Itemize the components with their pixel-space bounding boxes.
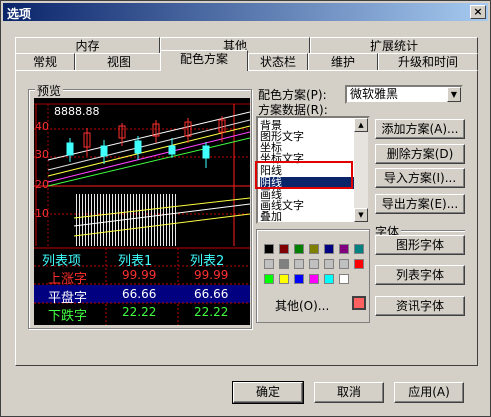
swatch-yellow[interactable] (279, 274, 289, 284)
list-scrollbar[interactable]: ▲ ▼ (354, 118, 368, 222)
swatch-teal[interactable] (354, 244, 364, 254)
table-row-flat-name: 平盘字 (48, 291, 88, 306)
table-header-list2: 列表2 (190, 254, 225, 269)
info-font-button[interactable]: 资讯字体 (375, 296, 465, 316)
cancel-button[interactable]: 取消 (314, 382, 384, 403)
swatch-gray[interactable] (279, 259, 289, 269)
ok-button[interactable]: 确定 (232, 381, 304, 404)
axis-label-40: 40 (35, 120, 49, 133)
tab-color-scheme[interactable]: 配色方案 (160, 50, 248, 71)
preview-group-label: 预览 (35, 82, 64, 99)
swatch-magenta[interactable] (309, 274, 319, 284)
swatch-green[interactable] (294, 244, 304, 254)
delete-scheme-button[interactable]: 删除方案(D) (375, 144, 465, 164)
table-header-item: 列表项 (42, 254, 82, 269)
add-scheme-button[interactable]: 添加方案(A)... (375, 119, 465, 139)
swatch-red[interactable] (354, 259, 364, 269)
tab-status-bar[interactable]: 状态栏 (248, 53, 308, 71)
list-font-button[interactable]: 列表字体 (375, 265, 465, 285)
current-color-swatch[interactable] (352, 296, 366, 310)
other-colors-label[interactable]: 其他(O)... (275, 297, 329, 314)
swatch-light-gray-2[interactable] (309, 259, 319, 269)
table-row-up-name: 上涨字 (48, 272, 88, 287)
table-header-list1: 列表1 (118, 254, 153, 269)
tab-view[interactable]: 视图 (75, 53, 163, 71)
export-scheme-button[interactable]: 导出方案(E)... (375, 194, 465, 214)
list-item[interactable]: 叠加 (260, 211, 354, 223)
swatch-blue[interactable] (294, 274, 304, 284)
tab-maintenance[interactable]: 维护 (308, 53, 378, 71)
scheme-select[interactable]: 微软雅黑 ▼ (345, 85, 463, 104)
scroll-up-icon[interactable]: ▲ (354, 118, 368, 132)
title-bar[interactable]: 选项 × (3, 3, 488, 21)
chevron-down-icon[interactable]: ▼ (447, 87, 461, 102)
swatch-silver[interactable] (264, 259, 274, 269)
scroll-down-icon[interactable]: ▼ (354, 208, 368, 222)
table-row-up-v2: 99.99 (194, 268, 229, 282)
swatch-light-gray-4[interactable] (339, 259, 349, 269)
window-title: 选项 (7, 7, 32, 21)
table-row-flat-v1: 66.66 (122, 287, 157, 301)
axis-label-30: 30 (35, 148, 49, 161)
preview-canvas: 8888.88 40 30 20 10 列表项 列表1 列表2 上涨字 99.9… (34, 98, 250, 325)
swatch-maroon[interactable] (279, 244, 289, 254)
swatch-light-gray-3[interactable] (324, 259, 334, 269)
table-row-down-v1: 22.22 (122, 305, 157, 319)
tab-upgrade-time[interactable]: 升级和时间 (378, 53, 478, 71)
table-row-up-v1: 99.99 (122, 268, 157, 282)
scheme-select-value: 微软雅黑 (350, 87, 399, 101)
swatch-purple[interactable] (339, 244, 349, 254)
swatch-cyan[interactable] (324, 274, 334, 284)
swatch-light-gray[interactable] (294, 259, 304, 269)
import-scheme-button[interactable]: 导入方案(I)... (375, 168, 465, 188)
options-dialog: 选项 × 内存 其他 扩展统计 常规 视图 配色方案 状态栏 维护 升级和时间 … (0, 0, 491, 417)
table-row-down-name: 下跌字 (48, 309, 88, 324)
table-row-flat-v2: 66.66 (194, 287, 229, 301)
close-button[interactable]: × (470, 5, 486, 19)
swatch-navy[interactable] (324, 244, 334, 254)
color-palette: 其他(O)... (256, 229, 370, 323)
apply-button[interactable]: 应用(A) (394, 382, 464, 403)
swatch-black[interactable] (264, 244, 274, 254)
price-label: 8888.88 (54, 105, 100, 118)
axis-label-10: 10 (35, 207, 49, 220)
axis-label-20: 20 (35, 178, 49, 191)
highlight-box (255, 161, 353, 189)
font-separator (401, 230, 465, 232)
swatch-olive[interactable] (309, 244, 319, 254)
graph-font-button[interactable]: 图形字体 (375, 235, 465, 255)
swatch-white[interactable] (339, 274, 349, 284)
tab-general[interactable]: 常规 (15, 53, 75, 71)
table-row-down-v2: 22.22 (194, 305, 229, 319)
swatch-lime[interactable] (264, 274, 274, 284)
